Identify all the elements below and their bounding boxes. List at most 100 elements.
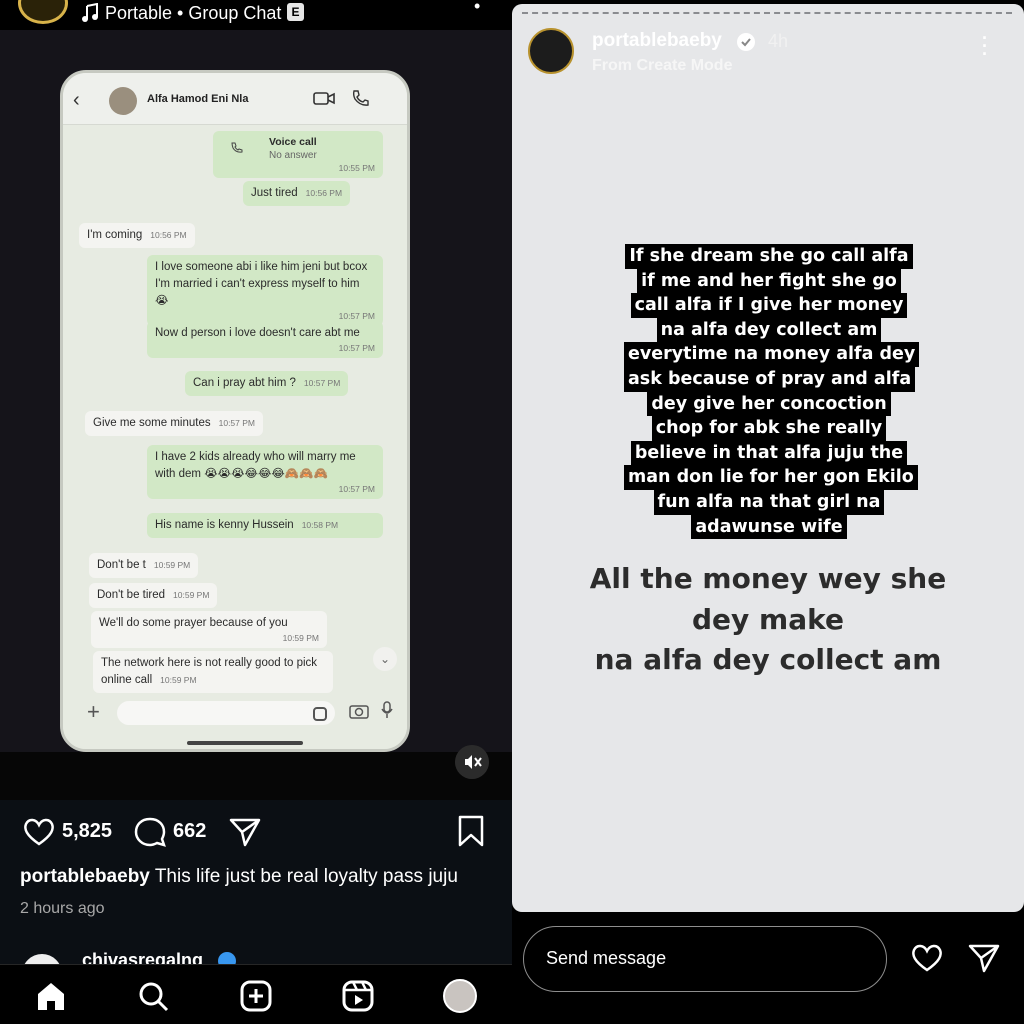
story-big-text: All the money wey she dey make na alfa d… <box>552 559 984 681</box>
story-text-line: everytime na money alfa dey <box>624 342 920 367</box>
message-text: I love someone abi i like him jeni but b… <box>155 261 368 307</box>
story-pane: portablebaeby 4h From Create Mode · · · If… <box>512 0 1024 1024</box>
create-icon[interactable] <box>239 979 273 1013</box>
phone-call-icon <box>352 90 369 106</box>
camera-icon <box>349 705 369 719</box>
like-count[interactable]: 5,825 <box>62 820 112 843</box>
story-avatar[interactable] <box>528 28 574 74</box>
home-icon[interactable] <box>34 979 68 1013</box>
story-text-line: adawunse wife <box>691 514 847 540</box>
message-time: 10:58 PM <box>301 520 339 530</box>
heart-icon[interactable] <box>22 816 56 848</box>
post-media[interactable]: ‹ Alfa Hamod Eni Nla Voice call No answe… <box>0 30 512 830</box>
message-time: 10:56 PM <box>305 188 343 198</box>
call-label: Voice call <box>269 136 317 148</box>
chat-bubble-outgoing: Just tired 10:56 PM <box>243 181 351 206</box>
story-highlight-text: If she dream she go call alfa if me and … <box>624 244 920 540</box>
call-status: No answer <box>269 150 317 161</box>
caption-text: This life just be real loyalty pass juju <box>154 866 458 887</box>
post-header: Portable • Group Chat E • <box>0 0 512 30</box>
story-username[interactable]: portablebaeby <box>592 30 722 52</box>
chat-bubble-outgoing: Voice call No answer 10:55 PM <box>213 131 383 178</box>
message-time: 10:59 PM <box>173 590 210 600</box>
message-time: 10:55 PM <box>338 163 375 173</box>
chat-bubble-outgoing: Can i pray abt him ? 10:57 PM <box>185 371 349 396</box>
chat-bubble-incoming: Give me some minutes 10:57 PM <box>85 411 263 436</box>
message-text: Can i pray abt him ? <box>193 377 296 389</box>
chat-screenshot-photo: ‹ Alfa Hamod Eni Nla Voice call No answe… <box>60 70 410 752</box>
post-caption: portablebaeby This life just be real loy… <box>20 866 458 888</box>
reels-icon[interactable] <box>341 979 375 1013</box>
message-time: 10:59 PM <box>160 675 197 685</box>
chat-bubble-incoming: The network here is not really good to p… <box>93 651 333 693</box>
plus-icon: + <box>87 699 100 724</box>
post-actions: 5,825 662 <box>0 800 512 864</box>
comment-count[interactable]: 662 <box>173 820 206 843</box>
message-time: 10:56 PM <box>150 230 187 240</box>
bottom-nav <box>0 964 512 1024</box>
music-label[interactable]: Portable • Group Chat <box>105 2 281 24</box>
bookmark-icon[interactable] <box>456 814 486 848</box>
message-text: I'm coming <box>87 229 143 241</box>
chat-bubble-outgoing: Now d person i love doesn't care abt me … <box>147 321 383 358</box>
explicit-badge: E <box>287 3 304 21</box>
chat-bubble-outgoing: I have 2 kids already who will marry me … <box>147 445 383 499</box>
story-text-line: man don lie for her gon Ekilo <box>624 465 918 490</box>
story-text-line: chop for abk she really <box>651 416 887 441</box>
profile-avatar[interactable] <box>443 979 477 1013</box>
message-text: Give me some minutes <box>93 417 211 429</box>
contact-name: Alfa Hamod Eni Nla <box>147 93 249 105</box>
message-text: Just tired <box>251 187 298 199</box>
mute-icon[interactable] <box>455 745 489 779</box>
story-text-line: dey give her concoction <box>647 391 891 417</box>
next-post-avatar[interactable] <box>22 954 62 964</box>
chat-bubble-incoming: I'm coming 10:56 PM <box>79 223 195 248</box>
story-big-line: All the money wey she <box>589 562 947 595</box>
message-time: 10:57 PM <box>338 343 375 353</box>
verified-badge-icon <box>218 952 236 964</box>
story-text-line: If she dream she go call alfa <box>625 244 913 269</box>
chat-header: ‹ Alfa Hamod Eni Nla <box>63 73 407 125</box>
next-post-username[interactable]: chivasregalng <box>82 950 203 964</box>
chevron-down-icon: ⌄ <box>373 647 397 671</box>
more-options-icon[interactable]: · · · <box>982 29 988 63</box>
missed-call-icon <box>231 142 243 153</box>
chat-message-field <box>117 701 335 725</box>
story-text-line: fun alfa na that girl na <box>653 489 885 515</box>
story-timestamp: 4h <box>768 31 789 51</box>
story-progress-bar <box>522 12 1012 15</box>
story-big-line: na alfa dey collect am <box>594 643 942 676</box>
message-text: The network here is not really good to p… <box>101 657 318 686</box>
search-icon[interactable] <box>136 979 170 1013</box>
message-text: We'll do some prayer because of you <box>99 617 288 629</box>
story-card[interactable]: portablebaeby 4h From Create Mode · · · If… <box>512 4 1024 912</box>
chat-bubble-incoming: We'll do some prayer because of you 10:5… <box>91 611 327 648</box>
poster-avatar[interactable] <box>18 0 68 24</box>
chat-bubble-incoming: Don't be t 10:59 PM <box>89 553 199 578</box>
chat-bubble-outgoing: His name is kenny Hussein 10:58 PM <box>147 513 383 538</box>
share-icon[interactable] <box>228 816 262 848</box>
send-message-input[interactable]: Send message <box>523 926 887 992</box>
message-time: 10:57 PM <box>303 378 341 388</box>
chat-bubble-outgoing: I love someone abi i like him jeni but b… <box>147 255 383 326</box>
message-text: His name is kenny Hussein <box>155 519 294 531</box>
caption-username[interactable]: portablebaeby <box>20 866 150 887</box>
message-text: Don't be tired <box>97 589 166 601</box>
story-text-line: believe in that alfa juju the <box>630 440 908 466</box>
message-time: 10:59 PM <box>153 560 191 570</box>
message-text: I have 2 kids already who will marry me … <box>155 451 356 480</box>
story-subtitle: From Create Mode <box>592 57 733 74</box>
next-post-header: chivasregalng <box>0 944 512 964</box>
more-options-icon[interactable]: • <box>474 0 480 17</box>
comment-icon[interactable] <box>133 816 167 848</box>
heart-icon[interactable] <box>910 942 944 974</box>
story-big-line: dey make <box>692 602 844 636</box>
post-timestamp: 2 hours ago <box>20 900 105 917</box>
home-indicator <box>187 741 303 745</box>
story-text-line: na alfa dey collect am <box>656 317 882 343</box>
story-reply-bar: Send message <box>512 912 1024 1024</box>
share-icon[interactable] <box>967 942 1001 974</box>
story-text-line: call alfa if I give her money <box>630 293 908 318</box>
sticker-icon <box>313 707 327 721</box>
chat-bubble-incoming: Don't be tired 10:59 PM <box>89 583 218 608</box>
